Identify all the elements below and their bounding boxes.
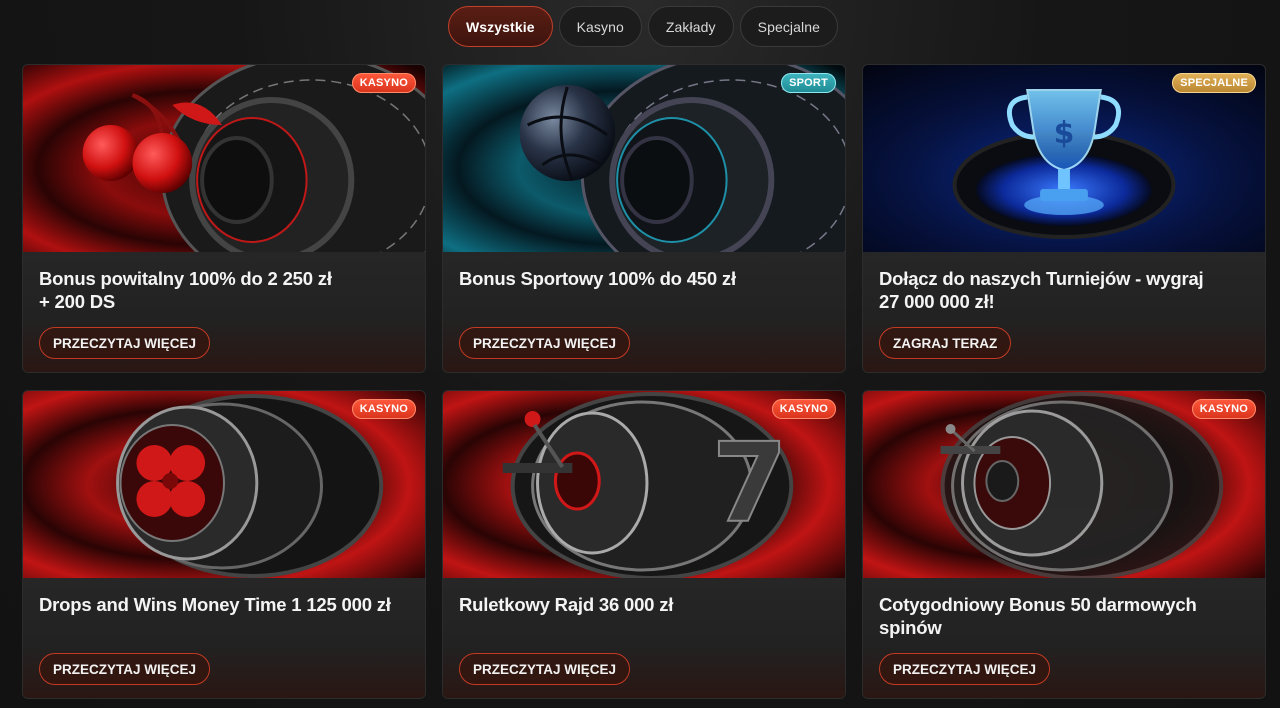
promo-image-seven-reel: 7 KASYNO	[443, 391, 845, 578]
category-badge: KASYNO	[771, 399, 836, 419]
promo-title: Ruletkowy Rajd 36 000 zł	[459, 594, 674, 615]
promo-image-clover-reel: KASYNO	[23, 391, 425, 578]
svg-text:$: $	[1054, 116, 1075, 151]
svg-text:7: 7	[712, 419, 788, 547]
promo-image-spin-reel: KASYNO	[863, 391, 1265, 578]
promo-title: Dołącz do naszych Turniejów - wygraj 27 …	[879, 268, 1204, 312]
promotions-grid: KASYNO Bonus powitalny 100% do 2 250 zł …	[22, 64, 1266, 699]
filter-tabs: Wszystkie Kasyno Zakłady Specjalne	[0, 6, 1280, 47]
promo-card-roulette-rally[interactable]: 7 KASYNO Ruletkowy Rajd 36 000 zł PRZECZ…	[442, 390, 846, 699]
promo-card-tournaments[interactable]: $ SPECJALNE Dołącz do naszych Turniejów …	[862, 64, 1266, 373]
tab-zaklady[interactable]: Zakłady	[647, 6, 734, 47]
promo-card-drops-and-wins[interactable]: KASYNO Drops and Wins Money Time 1 125 0…	[22, 390, 426, 699]
play-now-button[interactable]: ZAGRAJ TERAZ	[879, 327, 1012, 359]
category-badge: KASYNO	[351, 73, 416, 93]
promo-card-welcome-bonus[interactable]: KASYNO Bonus powitalny 100% do 2 250 zł …	[22, 64, 426, 373]
read-more-button[interactable]: PRZECZYTAJ WIĘCEJ	[39, 327, 211, 359]
promo-title: Drops and Wins Money Time 1 125 000 zł	[39, 594, 391, 615]
promo-title: Bonus Sportowy 100% do 450 zł	[459, 268, 736, 289]
promo-title: Bonus powitalny 100% do 2 250 zł + 200 D…	[39, 268, 332, 312]
promo-card-sport-bonus[interactable]: SPORT Bonus Sportowy 100% do 450 zł PRZE…	[442, 64, 846, 373]
promo-image-cherries-roulette: KASYNO	[23, 65, 425, 252]
promo-title: Cotygodniowy Bonus 50 darmowych spinów	[879, 594, 1197, 638]
promo-card-weekly-free-spins[interactable]: KASYNO Cotygodniowy Bonus 50 darmowych s…	[862, 390, 1266, 699]
promo-image-ball-roulette: SPORT	[443, 65, 845, 252]
tab-wszystkie[interactable]: Wszystkie	[447, 6, 553, 47]
category-badge: SPORT	[781, 73, 836, 93]
tab-specjalne[interactable]: Specjalne	[739, 6, 839, 47]
read-more-button[interactable]: PRZECZYTAJ WIĘCEJ	[459, 653, 631, 685]
read-more-button[interactable]: PRZECZYTAJ WIĘCEJ	[879, 653, 1051, 685]
promo-image-trophy: $ SPECJALNE	[863, 65, 1265, 252]
category-badge: SPECJALNE	[1172, 73, 1256, 93]
read-more-button[interactable]: PRZECZYTAJ WIĘCEJ	[39, 653, 211, 685]
category-badge: KASYNO	[1191, 399, 1256, 419]
tab-kasyno[interactable]: Kasyno	[558, 6, 642, 47]
read-more-button[interactable]: PRZECZYTAJ WIĘCEJ	[459, 327, 631, 359]
category-badge: KASYNO	[351, 399, 416, 419]
